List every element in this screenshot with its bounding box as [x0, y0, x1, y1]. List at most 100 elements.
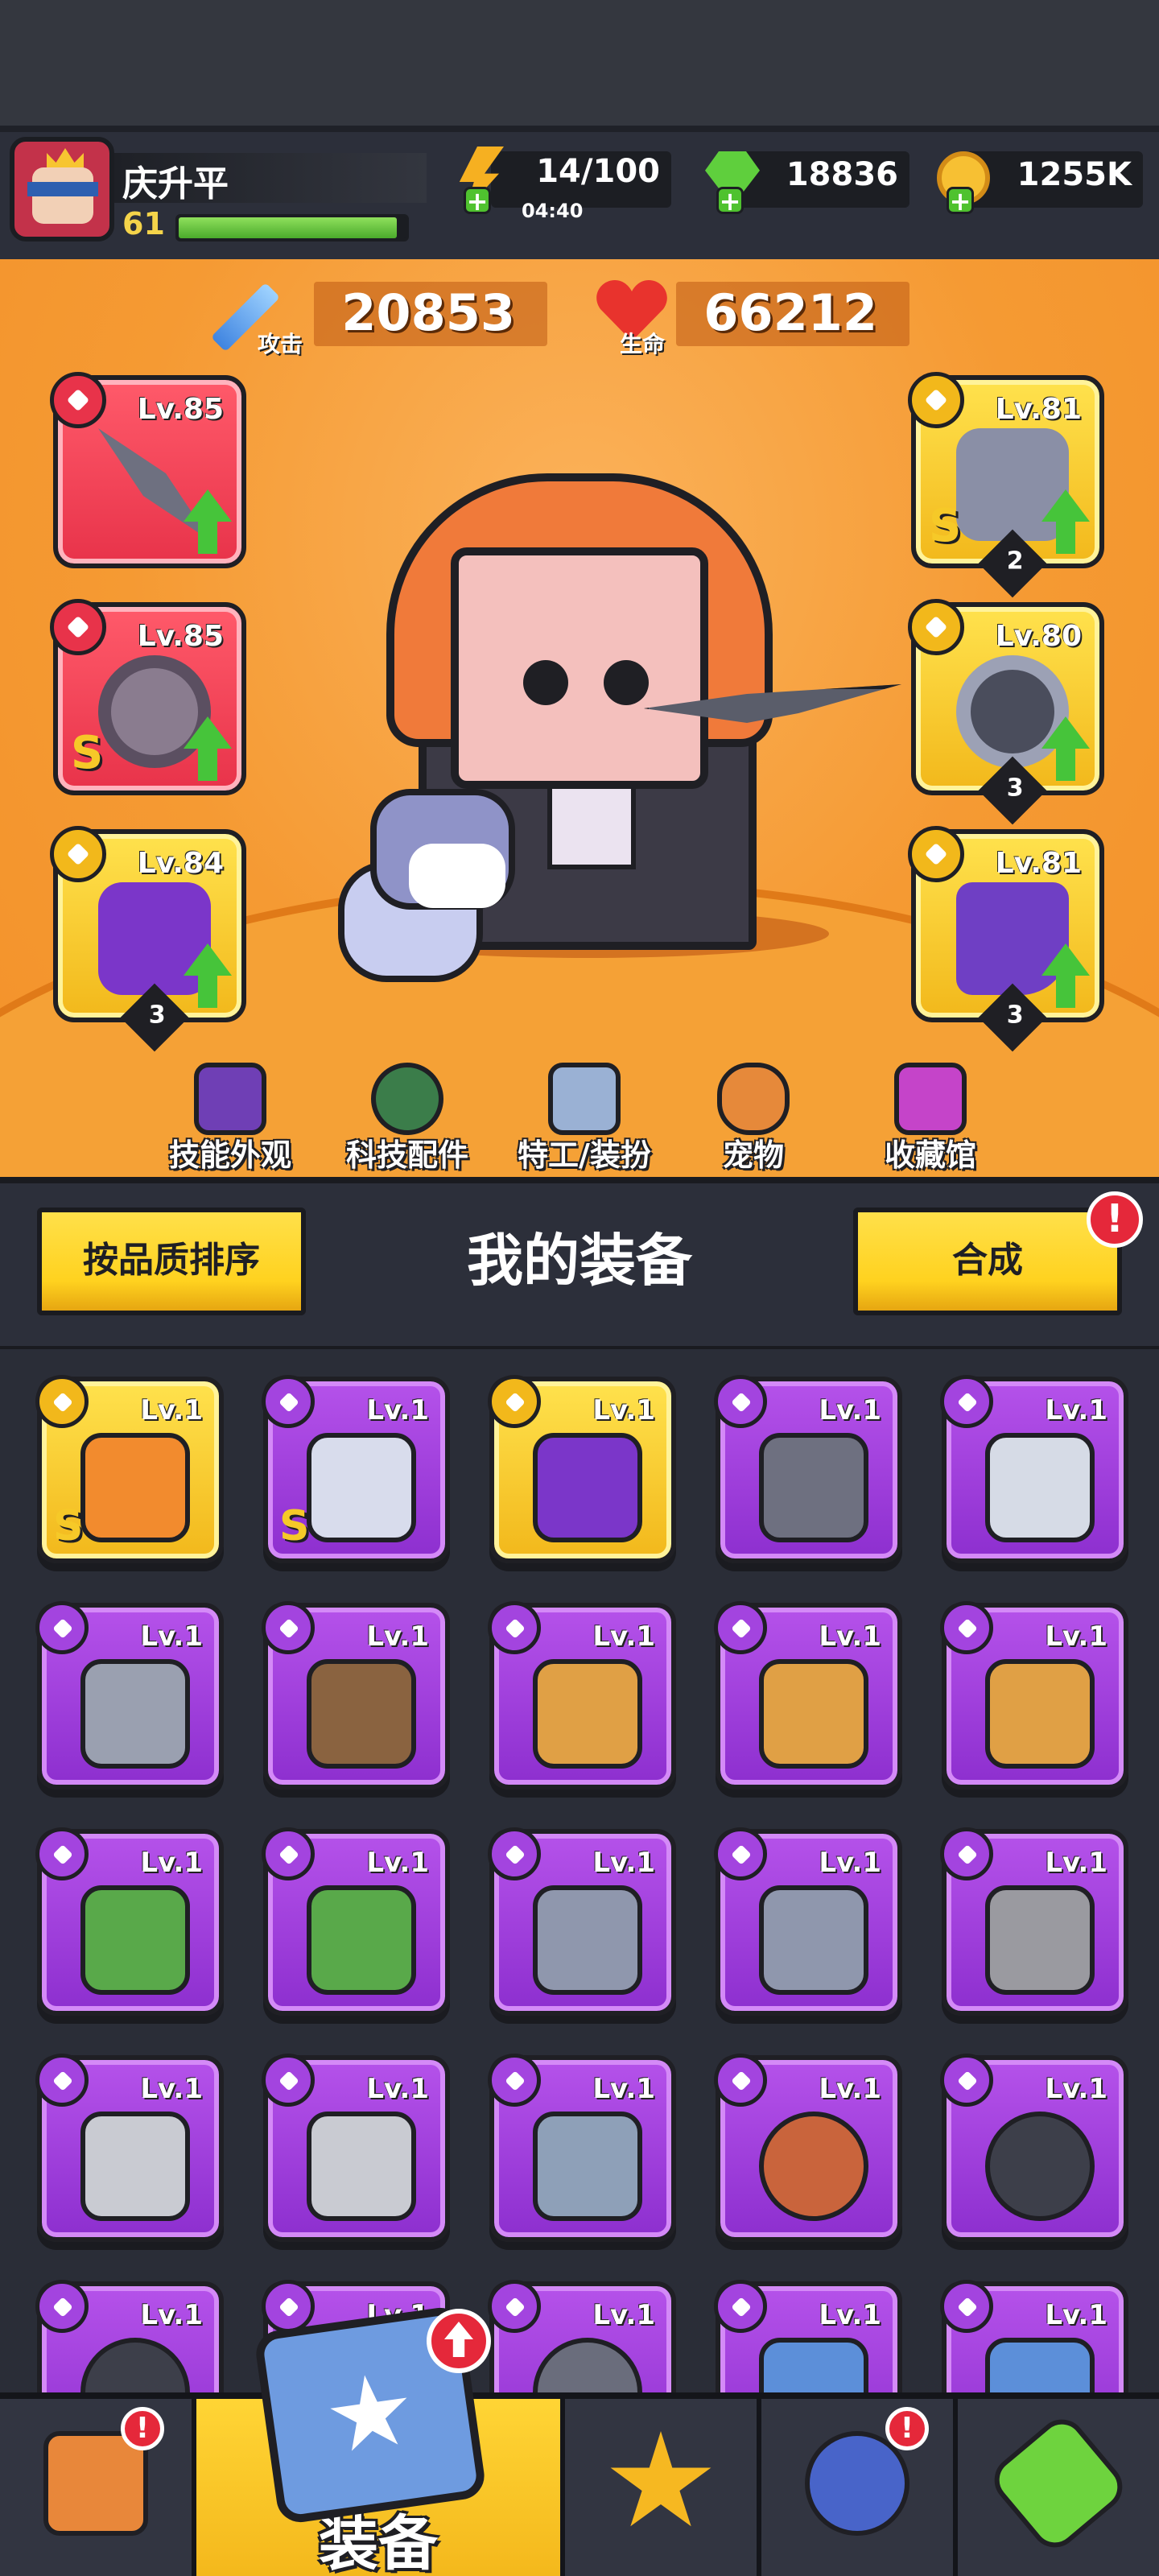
boots-type-icon	[908, 826, 964, 882]
equipped-boots-slot[interactable]: Lv.81 3	[908, 826, 1104, 1052]
crossed-swords-star-icon	[610, 2431, 711, 2527]
item-level: Lv.1	[1045, 1620, 1107, 1653]
fang-necklace-icon	[759, 2112, 868, 2221]
inventory-item-card[interactable]: Lv.1	[35, 1827, 224, 2016]
item-level: Lv.1	[366, 1394, 429, 1426]
inventory-item-card[interactable]: Lv.1	[940, 1375, 1128, 1563]
slot-level: Lv.85	[137, 620, 224, 653]
star-orb-icon	[805, 2431, 909, 2536]
add-coin-icon[interactable]: +	[947, 187, 974, 214]
merge-button[interactable]: 合成	[853, 1208, 1122, 1315]
item-type-icon	[262, 1601, 315, 1654]
menu-label: 宠物	[722, 1137, 784, 1173]
skin-hat-icon	[194, 1063, 266, 1135]
boots-icon	[956, 882, 1069, 995]
player-profile[interactable]: 庆升平 61	[0, 137, 435, 258]
gem-icon[interactable]: +	[700, 145, 769, 214]
inventory-item-card[interactable]: Lv.1	[488, 1375, 676, 1563]
equipped-necklace-slot[interactable]: Lv.85 S	[50, 599, 246, 795]
item-type-icon	[714, 2054, 767, 2107]
item-level: Lv.1	[140, 1847, 203, 1879]
slot-level: Lv.80	[995, 620, 1082, 653]
item-type-icon	[488, 1601, 541, 1654]
attack-stat-icon: 攻击	[210, 272, 314, 361]
player-avatar[interactable]	[10, 137, 114, 242]
menu-tech-parts[interactable]: 科技配件	[327, 1063, 488, 1175]
attack-value: 20853	[341, 283, 515, 342]
coin-icon[interactable]: +	[930, 145, 1000, 214]
hero-character[interactable]	[451, 547, 708, 789]
blaster-icon	[307, 1433, 416, 1542]
menu-label: 特工/装扮	[518, 1137, 651, 1173]
nav-battle-tab[interactable]	[565, 2399, 761, 2576]
energy-timer: 04:40	[522, 200, 584, 222]
inventory-item-card[interactable]: Lv.1	[714, 1375, 902, 1563]
shotgun-icon	[307, 1659, 416, 1769]
item-level: Lv.1	[592, 1847, 655, 1879]
menu-label: 技能外观	[168, 1137, 291, 1173]
hero-eye-right	[604, 660, 649, 705]
inventory-item-card[interactable]: Lv.1	[714, 1827, 902, 2016]
hero-eye-left	[523, 660, 568, 705]
menu-pets[interactable]: 宠物	[673, 1063, 834, 1175]
inventory-item-card[interactable]: Lv.1	[714, 1601, 902, 1790]
item-level: Lv.1	[1045, 2299, 1107, 2331]
item-level: Lv.1	[140, 2073, 203, 2105]
inventory-item-card[interactable]: Lv.1	[940, 2054, 1128, 2242]
inventory-item-card[interactable]: Lv.1	[262, 1827, 450, 2016]
item-type-icon	[488, 1375, 541, 1428]
pet-cat-icon[interactable]	[370, 789, 515, 910]
inventory-item-card[interactable]: Lv.1	[488, 1601, 676, 1790]
equipped-glove-slot[interactable]: Lv.84 3	[50, 826, 246, 1052]
equipped-weapon-slot[interactable]: Lv.85	[50, 372, 246, 568]
inventory-item-card[interactable]: Lv.1	[35, 1601, 224, 1790]
item-level: Lv.1	[819, 2073, 881, 2105]
item-type-icon	[35, 1827, 89, 1880]
nav-shop-tab[interactable]	[0, 2399, 196, 2576]
item-type-icon	[940, 1375, 993, 1428]
drill-spear-icon	[985, 1659, 1095, 1769]
menu-collection[interactable]: 收藏馆	[850, 1063, 1011, 1175]
item-type-icon	[714, 1375, 767, 1428]
gauntlet-icon	[98, 882, 211, 995]
inventory-item-card[interactable]: Lv.1	[262, 2054, 450, 2242]
inventory-item-card[interactable]: Lv.1	[714, 2054, 902, 2242]
inventory-item-card[interactable]: Lv.1	[940, 1601, 1128, 1790]
inventory-item-card[interactable]: Lv.1	[940, 1827, 1128, 2016]
kunai-icon	[759, 1433, 868, 1542]
menu-skill-skins[interactable]: 技能外观	[150, 1063, 311, 1175]
attack-label: 攻击	[258, 331, 303, 357]
sort-by-quality-button[interactable]: 按品质排序	[37, 1208, 306, 1315]
inventory-item-card[interactable]: Lv.1	[35, 2054, 224, 2242]
menu-agent-outfit[interactable]: 特工/装扮	[504, 1063, 665, 1175]
hp-label: 生命	[620, 331, 666, 357]
inventory-item-card[interactable]: Lv.1 S	[262, 1375, 450, 1563]
item-level: Lv.1	[819, 1847, 881, 1879]
item-level: Lv.1	[140, 1394, 203, 1426]
item-type-icon	[714, 1601, 767, 1654]
slot-level: Lv.84	[137, 847, 224, 880]
grade-s-label: S	[53, 1502, 84, 1550]
equipped-armor-slot[interactable]: Lv.81 S 2	[908, 372, 1104, 598]
gem-armor-icon	[985, 1885, 1095, 1995]
equipped-belt-slot[interactable]: Lv.80 3	[908, 599, 1104, 825]
item-type-icon	[488, 2054, 541, 2107]
item-type-icon	[35, 1375, 89, 1428]
equipment-upgrade-alert-icon	[427, 2309, 491, 2373]
grade-s-label: S	[929, 500, 962, 552]
inventory-item-card[interactable]: Lv.1 S	[35, 1375, 224, 1563]
item-type-icon	[262, 2280, 315, 2333]
item-type-icon	[940, 2054, 993, 2107]
coin-value: 1255K	[1017, 156, 1132, 193]
glove-type-icon	[50, 826, 106, 882]
nav-lab-tab[interactable]	[958, 2399, 1159, 2576]
drill-spear-icon	[759, 1659, 868, 1769]
item-level: Lv.1	[592, 2299, 655, 2331]
inventory-item-card[interactable]: Lv.1	[262, 1601, 450, 1790]
add-energy-icon[interactable]: +	[464, 187, 491, 214]
inventory-item-card[interactable]: Lv.1	[488, 1827, 676, 2016]
inventory-item-card[interactable]: Lv.1	[488, 2054, 676, 2242]
add-gem-icon[interactable]: +	[716, 187, 744, 214]
energy-icon[interactable]: +	[448, 145, 517, 214]
system-status-area	[0, 0, 1159, 129]
